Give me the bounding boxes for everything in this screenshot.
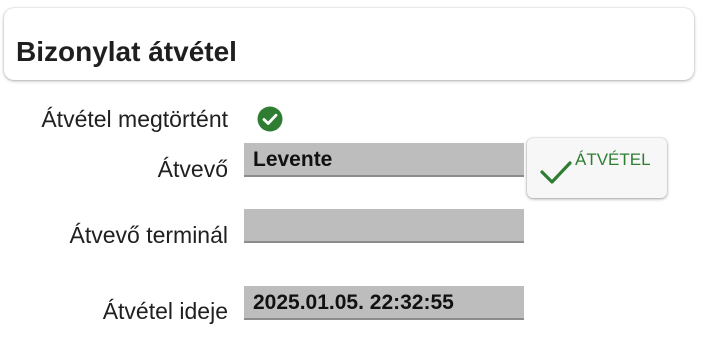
receive-button[interactable]: ÁTVÉTEL: [527, 138, 667, 198]
page-title: Bizonylat átvétel: [16, 36, 237, 67]
checkmark-icon: [540, 161, 572, 184]
status-label: Átvétel megtörtént: [41, 106, 228, 132]
time-label: Átvétel ideje: [102, 298, 228, 324]
header-card: Bizonylat átvétel: [4, 8, 694, 80]
check-circle-icon: [257, 106, 283, 132]
receiver-label: Átvevő: [157, 156, 228, 182]
receipt-page: Bizonylat átvétel Átvétel megtörtént Átv…: [0, 0, 706, 356]
receive-button-label: ÁTVÉTEL: [575, 150, 651, 169]
terminal-field[interactable]: [244, 209, 524, 243]
time-field[interactable]: 2025.01.05. 22:32:55: [244, 286, 524, 320]
terminal-label: Átvevő terminál: [69, 222, 228, 248]
receiver-field[interactable]: Levente: [244, 143, 524, 177]
